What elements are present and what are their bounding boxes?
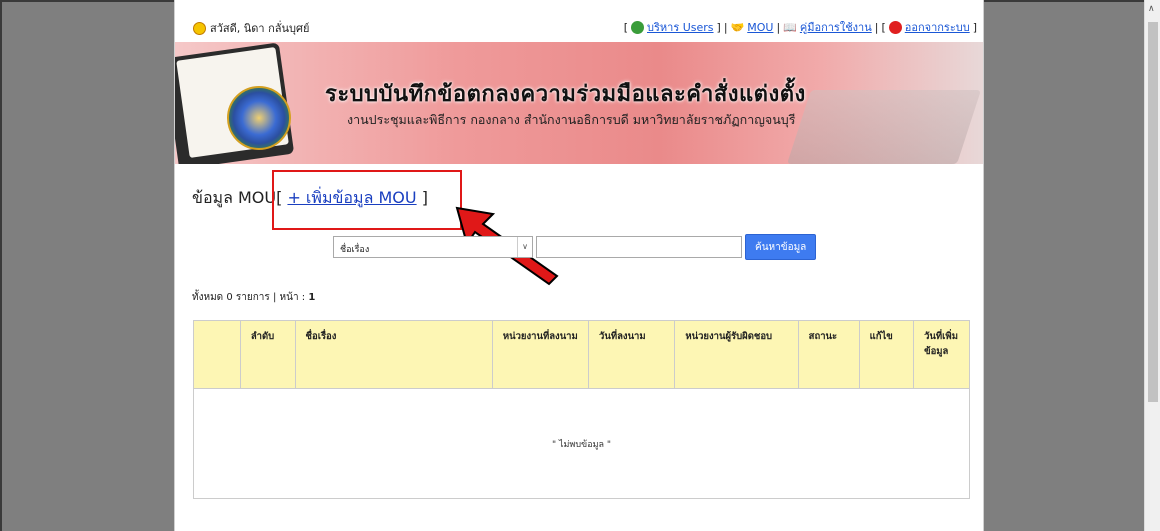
bracket: [ — [881, 20, 886, 34]
column-header-order: ลำดับ — [239, 320, 296, 389]
highlight-box — [272, 170, 462, 230]
vertical-scrollbar[interactable]: ∧ — [1144, 0, 1160, 531]
search-input[interactable] — [536, 236, 742, 258]
separator: | — [874, 20, 879, 34]
mou-link[interactable]: MOU — [747, 21, 773, 34]
search-button[interactable]: ค้นหาข้อมูล — [745, 234, 817, 260]
column-header-signing-org: หน่วยงานที่ลงนาม — [491, 320, 590, 389]
column-header-responsible-org: หน่วยงานผู้รับผิดชอบ — [674, 320, 799, 389]
summary-page: 1 — [308, 292, 316, 303]
system-subtitle: งานประชุมและพิธีการ กองกลาง สำนักงานอธิก… — [347, 112, 796, 127]
user-admin-icon — [631, 20, 644, 34]
column-header-blank — [193, 320, 241, 389]
top-bar: สวัสดี, นิดา กลั่นบุศย์ [ บริหาร Users ]… — [175, 16, 983, 40]
separator: | — [723, 20, 728, 34]
scroll-thumb[interactable] — [1148, 22, 1158, 402]
summary-unit: รายการ | หน้า : — [235, 292, 306, 303]
scroll-up-icon[interactable]: ∧ — [1148, 4, 1155, 14]
search-bar: ชื่อเรื่อง ∨ ค้นหาข้อมูล — [333, 234, 817, 260]
bracket: ] — [716, 20, 721, 34]
result-summary: ทั้งหมด 0 รายการ | หน้า : 1 — [192, 290, 315, 305]
power-icon — [888, 20, 902, 34]
top-nav: [ บริหาร Users ] | 🤝 MOU | 📖 คู่มือการใช… — [624, 18, 977, 36]
summary-count: 0 — [226, 292, 233, 303]
logout-link[interactable]: ออกจากระบบ — [905, 18, 970, 36]
greeting-text: สวัสดี, นิดา กลั่นบุศย์ — [210, 22, 310, 35]
smiley-icon — [193, 21, 206, 35]
header-banner: ระบบบันทึกข้อตกลงความร่วมมือและคำสั่งแต่… — [175, 42, 983, 164]
users-link[interactable]: บริหาร Users — [647, 18, 714, 36]
empty-message: " ไม่พบข้อมูล " — [193, 388, 970, 499]
column-header-added-date: วันที่เพิ่มข้อมูล — [913, 320, 970, 389]
book-icon: 📖 — [783, 20, 797, 34]
column-header-title: ชื่อเรื่อง — [294, 320, 493, 389]
bracket: ] — [972, 20, 977, 34]
search-field-select[interactable]: ชื่อเรื่อง ∨ — [333, 236, 533, 258]
page-title-label: ข้อมูล MOU — [192, 188, 277, 207]
chevron-down-icon[interactable]: ∨ — [517, 237, 532, 257]
manual-link[interactable]: คู่มือการใช้งาน — [800, 18, 872, 36]
table-row: " ไม่พบข้อมูล " — [193, 388, 970, 499]
page-container: สวัสดี, นิดา กลั่นบุศย์ [ บริหาร Users ]… — [174, 0, 984, 531]
summary-prefix: ทั้งหมด — [192, 292, 224, 303]
bracket: [ — [623, 20, 628, 34]
search-field-value: ชื่อเรื่อง — [340, 245, 370, 255]
column-header-status: สถานะ — [797, 320, 860, 389]
handshake-icon: 🤝 — [730, 20, 745, 34]
separator: | — [776, 20, 781, 34]
column-header-edit: แก้ไข — [858, 320, 915, 389]
laptop-graphic — [786, 90, 982, 164]
column-header-sign-date: วันที่ลงนาม — [588, 320, 676, 389]
system-title: ระบบบันทึกข้อตกลงความร่วมมือและคำสั่งแต่… — [325, 82, 806, 107]
mou-table: ลำดับ ชื่อเรื่อง หน่วยงานที่ลงนาม วันที่… — [193, 320, 970, 499]
greeting: สวัสดี, นิดา กลั่นบุศย์ — [193, 19, 309, 37]
table-header-row: ลำดับ ชื่อเรื่อง หน่วยงานที่ลงนาม วันที่… — [193, 320, 970, 389]
window-frame-left — [0, 0, 2, 531]
university-seal-icon — [227, 86, 291, 150]
